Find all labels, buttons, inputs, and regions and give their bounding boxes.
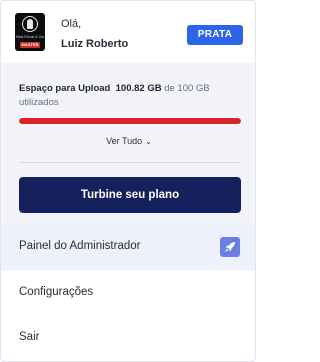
- greeting-text: Olá,: [61, 18, 82, 30]
- menu-item-label: Configurações: [19, 286, 94, 298]
- storage-progress-fill: [19, 118, 241, 124]
- storage-usage-text: Espaço para Upload 100.82 GB de 100 GB u…: [19, 82, 247, 110]
- menu-item-label: Sair: [19, 331, 40, 343]
- see-all-link[interactable]: Ver Tudo ⌄: [1, 136, 255, 146]
- see-all-label: Ver Tudo: [106, 136, 143, 146]
- avatar-logo-text: Mais Ebook & Conhecimento: [16, 35, 44, 39]
- menu-item-settings[interactable]: Configurações: [1, 271, 255, 316]
- avatar-logo-figure: [27, 19, 33, 29]
- storage-used-value: 100.82 GB: [115, 83, 162, 94]
- avatar[interactable]: Mais Ebook & Conhecimento MASTER: [15, 13, 45, 51]
- upgrade-plan-button[interactable]: Turbine seu plano: [19, 177, 241, 213]
- storage-section: Espaço para Upload 100.82 GB de 100 GB u…: [1, 63, 255, 225]
- avatar-logo-badge: MASTER: [20, 42, 40, 48]
- account-header: Mais Ebook & Conhecimento MASTER Olá, Lu…: [1, 1, 255, 63]
- storage-label: Espaço para Upload: [19, 83, 111, 94]
- storage-progress-bar: [19, 118, 241, 124]
- rocket-icon: [220, 237, 240, 257]
- plan-badge[interactable]: PRATA: [187, 25, 243, 45]
- menu-item-label: Painel do Administrador: [19, 240, 141, 252]
- user-name: Luiz Roberto: [61, 38, 129, 50]
- divider: [19, 162, 241, 163]
- menu-item-logout[interactable]: Sair: [1, 316, 255, 361]
- chevron-down-icon: ⌄: [145, 137, 152, 146]
- account-dropdown-panel: Mais Ebook & Conhecimento MASTER Olá, Lu…: [0, 0, 256, 362]
- menu-item-admin-panel[interactable]: Painel do Administrador: [1, 225, 255, 270]
